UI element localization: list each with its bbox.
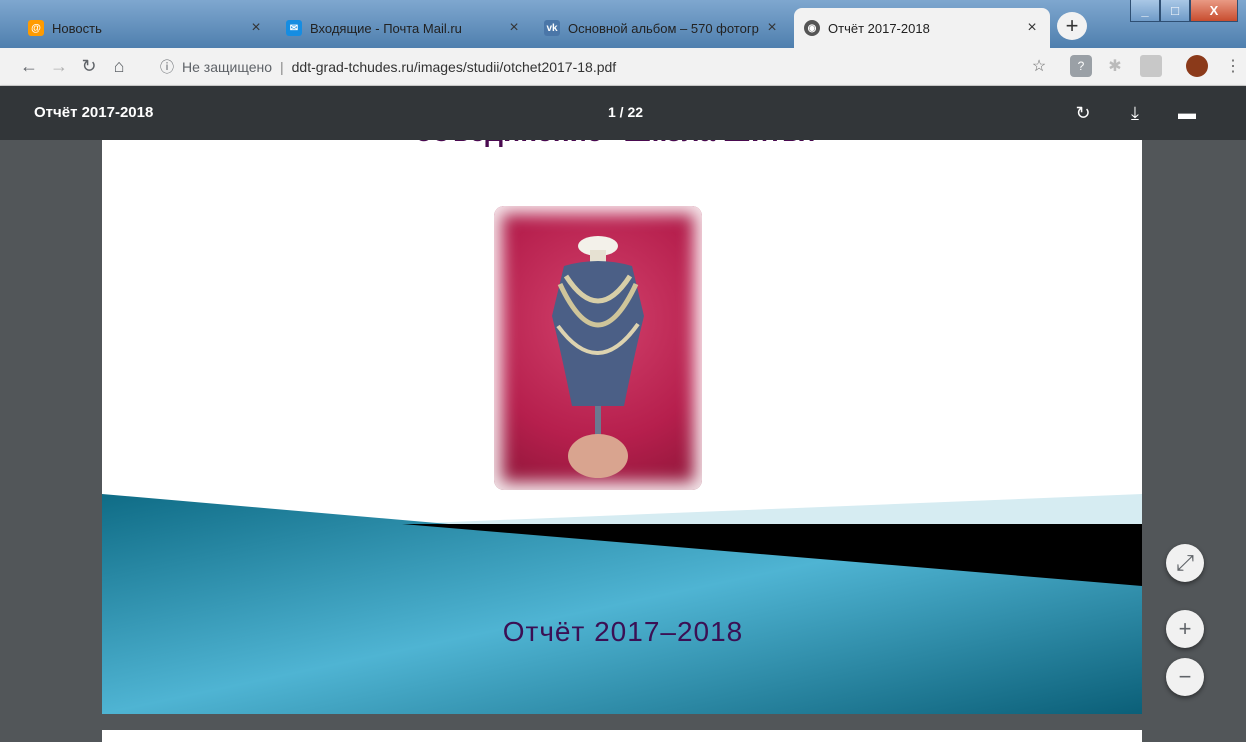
tab-title: Отчёт 2017-2018 xyxy=(828,20,930,36)
rotate-icon[interactable]: ↻ xyxy=(1071,101,1095,125)
star-icon[interactable]: ☆ xyxy=(1028,55,1050,77)
page-heading: объединение "Школа Шитья" xyxy=(102,140,1142,148)
tab-news[interactable]: @ Новость × xyxy=(18,8,274,48)
window-controls: _ □ X xyxy=(1130,0,1238,22)
separator: | xyxy=(280,59,284,75)
tab-inbox[interactable]: ✉ Входящие - Почта Mail.ru × xyxy=(276,8,532,48)
tab-close-button[interactable]: × xyxy=(506,19,522,37)
envelope-icon: ✉ xyxy=(286,20,302,36)
fit-page-icon[interactable]: ⤢ xyxy=(1166,544,1204,582)
pdf-toolbar: Отчёт 2017-2018 1 / 22 ↻ ⤓ ▬ xyxy=(0,86,1246,140)
vk-icon: vk xyxy=(544,20,560,36)
browser-toolbar: ← → ↻ ⌂ ⓘ Не защищено | ddt-grad-tchudes… xyxy=(0,48,1246,86)
pdf-page-next xyxy=(102,730,1142,742)
tab-title: Новость xyxy=(52,20,102,36)
mannequin-photo xyxy=(494,206,702,490)
zoom-in-icon[interactable]: + xyxy=(1166,610,1204,648)
security-label: Не защищено xyxy=(182,59,272,75)
info-icon[interactable]: ⓘ xyxy=(160,57,174,77)
maximize-button[interactable]: □ xyxy=(1160,0,1190,22)
close-window-button[interactable]: X xyxy=(1190,0,1238,22)
url-text: ddt-grad-tchudes.ru/images/studii/otchet… xyxy=(291,59,617,75)
tab-close-button[interactable]: × xyxy=(764,19,780,37)
print-icon[interactable]: ▬ xyxy=(1175,101,1199,125)
tab-report[interactable]: ◉ Отчёт 2017-2018 × xyxy=(794,8,1050,48)
browser-titlebar: @ Новость × ✉ Входящие - Почта Mail.ru ×… xyxy=(0,0,1246,48)
new-tab-button[interactable]: + xyxy=(1057,12,1087,40)
mannequin-illustration xyxy=(552,236,644,478)
zoom-out-icon[interactable]: − xyxy=(1166,658,1204,696)
avatar[interactable] xyxy=(1186,55,1208,77)
back-arrow-icon[interactable]: ← xyxy=(14,52,44,82)
tab-album[interactable]: vk Основной альбом – 570 фотогр × xyxy=(534,8,790,48)
title-banner xyxy=(102,494,1142,714)
forward-arrow-icon[interactable]: → xyxy=(44,52,74,82)
tab-close-button[interactable]: × xyxy=(1024,19,1040,37)
tab-title: Основной альбом – 570 фотогр xyxy=(568,20,759,36)
home-icon[interactable]: ⌂ xyxy=(104,52,134,82)
menu-dots-icon[interactable]: ⋮ xyxy=(1222,55,1244,77)
pdf-title: Отчёт 2017-2018 xyxy=(34,104,154,121)
mail-at-icon: @ xyxy=(28,20,44,36)
minimize-button[interactable]: _ xyxy=(1130,0,1160,22)
extension-icon[interactable] xyxy=(1140,55,1162,77)
extension-icon[interactable]: ✱ xyxy=(1104,55,1126,77)
banner-title: Отчёт 2017–2018 xyxy=(502,616,744,647)
address-bar[interactable]: ⓘ Не защищено | ddt-grad-tchudes.ru/imag… xyxy=(160,53,1060,81)
reload-icon[interactable]: ↻ xyxy=(74,52,104,82)
globe-icon: ◉ xyxy=(804,20,820,36)
pdf-viewer[interactable]: объединение "Школа Шитья" xyxy=(0,140,1246,742)
extension-icon[interactable]: ? xyxy=(1070,55,1092,77)
download-icon[interactable]: ⤓ xyxy=(1123,101,1147,125)
page-indicator: 1 / 22 xyxy=(608,104,644,120)
tab-close-button[interactable]: × xyxy=(248,19,264,37)
tab-title: Входящие - Почта Mail.ru xyxy=(310,20,462,36)
